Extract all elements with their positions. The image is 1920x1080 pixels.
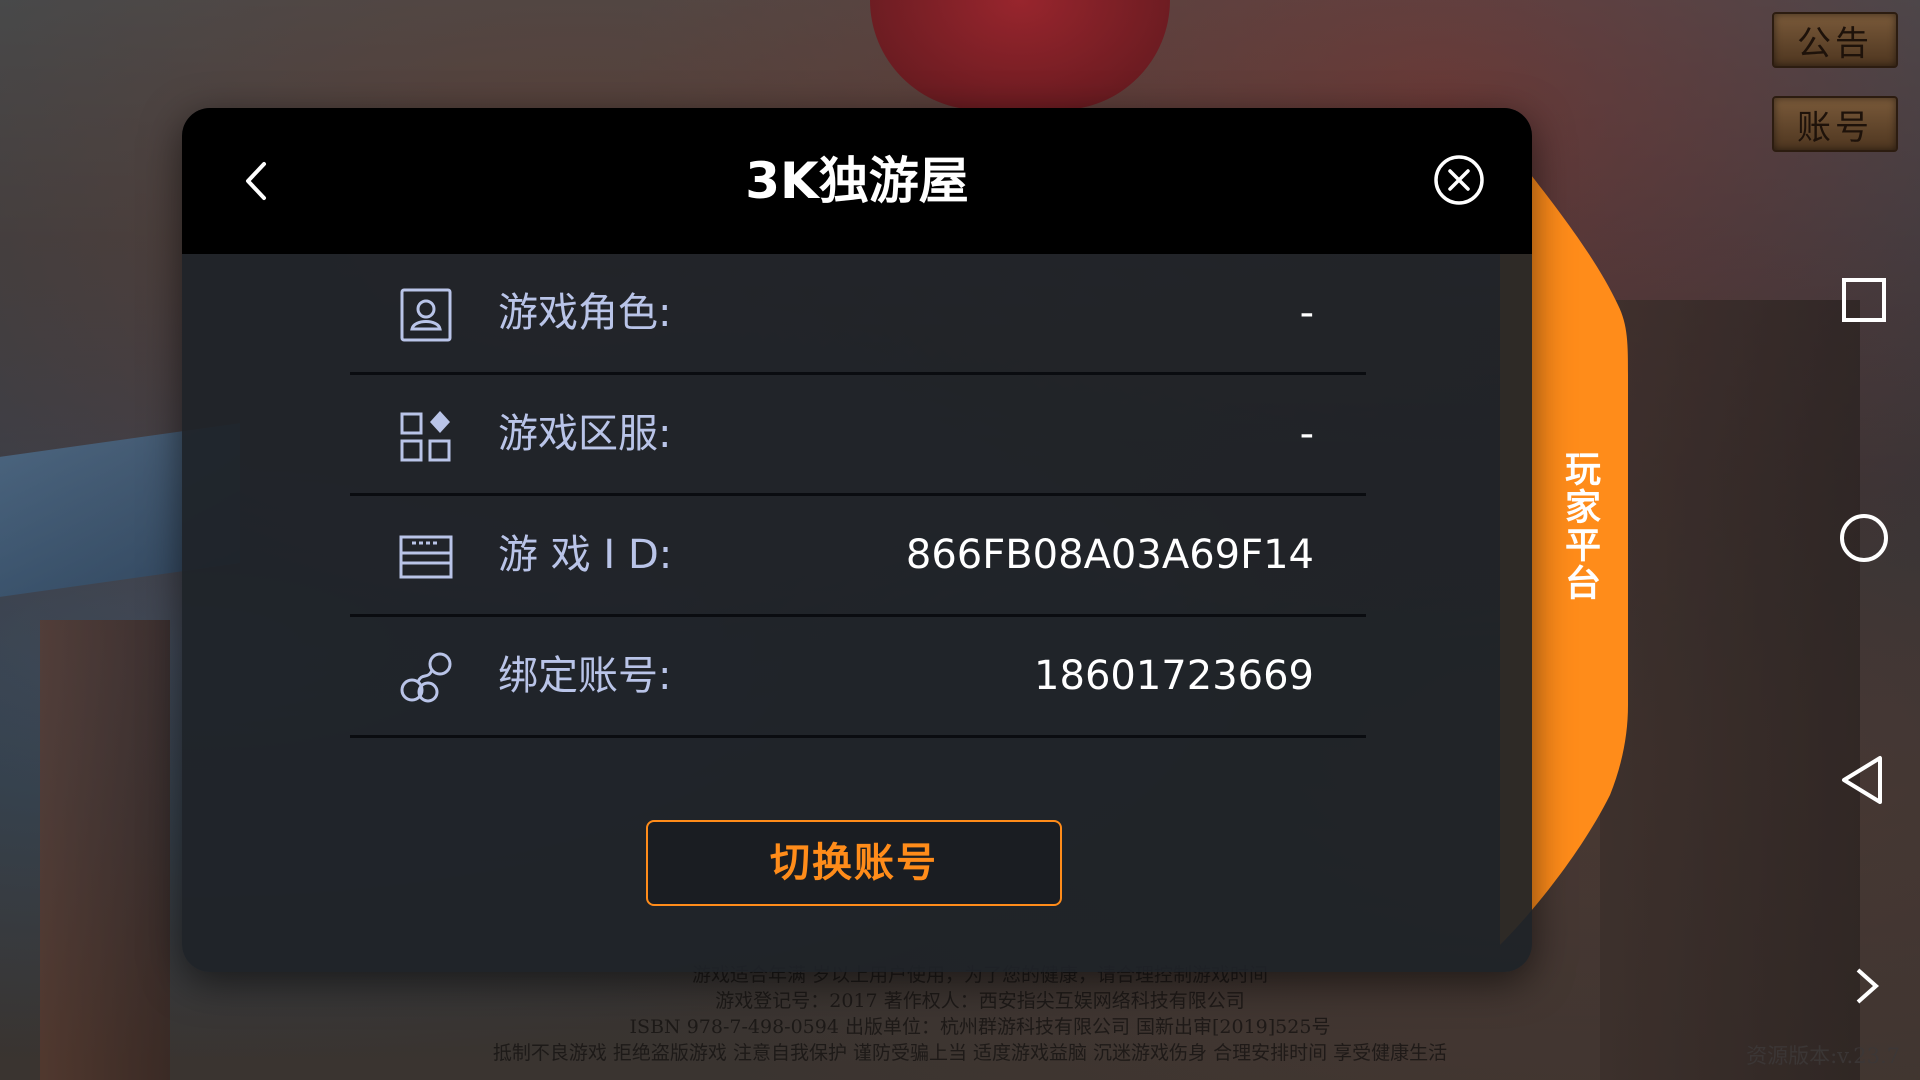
- game-id-label: 游 戏 I D:: [498, 532, 673, 578]
- info-row-game-id: 游 戏 I D: 866FB08A03A69F14: [350, 496, 1366, 617]
- player-platform-label: 玩家平台: [1559, 450, 1600, 602]
- legal-line-3: ISBN 978-7-498-0594 出版单位：杭州群游科技有限公司 国新出审…: [629, 1016, 1331, 1038]
- dialog-title: 3K独游屋: [745, 152, 969, 210]
- server-grid-icon: [400, 411, 451, 462]
- home-icon[interactable]: [1838, 512, 1890, 564]
- notice-button[interactable]: 公告: [1772, 12, 1898, 68]
- info-row-bound-account: 绑定账号: 18601723669: [350, 617, 1366, 738]
- game-server-value: -: [1299, 411, 1314, 457]
- bound-account-label: 绑定账号:: [498, 653, 672, 699]
- account-dialog: 3K独游屋 游戏角色: - 游戏区服: - 游 戏 I D: 866FB08A0…: [182, 108, 1532, 972]
- game-role-label: 游戏角色:: [498, 290, 672, 336]
- info-row-game-server: 游戏区服: -: [350, 375, 1366, 496]
- id-card-icon: [399, 535, 453, 579]
- game-id-value: 866FB08A03A69F14: [905, 532, 1314, 578]
- game-role-value: -: [1299, 290, 1314, 336]
- recent-apps-icon[interactable]: [1838, 274, 1890, 326]
- account-button[interactable]: 账号: [1772, 96, 1898, 152]
- bound-account-value: 18601723669: [1034, 653, 1314, 699]
- close-icon[interactable]: [1432, 153, 1486, 207]
- account-info-list: 游戏角色: - 游戏区服: - 游 戏 I D: 866FB08A03A69F1…: [350, 254, 1366, 738]
- link-circles-icon: [400, 652, 452, 703]
- game-server-label: 游戏区服:: [498, 411, 672, 457]
- background-pillar: [40, 620, 170, 1080]
- switch-account-button[interactable]: 切换账号: [646, 820, 1062, 906]
- info-row-game-role: 游戏角色: -: [350, 254, 1366, 375]
- chevron-right-icon[interactable]: [1846, 966, 1886, 1006]
- background-tower: [1600, 300, 1860, 1080]
- legal-line-2: 游戏登记号：2017 著作权人：西安指尖互娱网络科技有限公司: [715, 990, 1245, 1012]
- back-triangle-icon[interactable]: [1838, 754, 1890, 806]
- resource-version: 资源版本:v.23.7: [1746, 1044, 1900, 1068]
- person-card-icon: [400, 288, 452, 342]
- back-arrow-icon[interactable]: [234, 158, 280, 204]
- legal-line-4: 抵制不良游戏 拒绝盗版游戏 注意自我保护 谨防受骗上当 适度游戏益脑 沉迷游戏伤…: [492, 1042, 1448, 1064]
- background-lantern: [870, 0, 1170, 110]
